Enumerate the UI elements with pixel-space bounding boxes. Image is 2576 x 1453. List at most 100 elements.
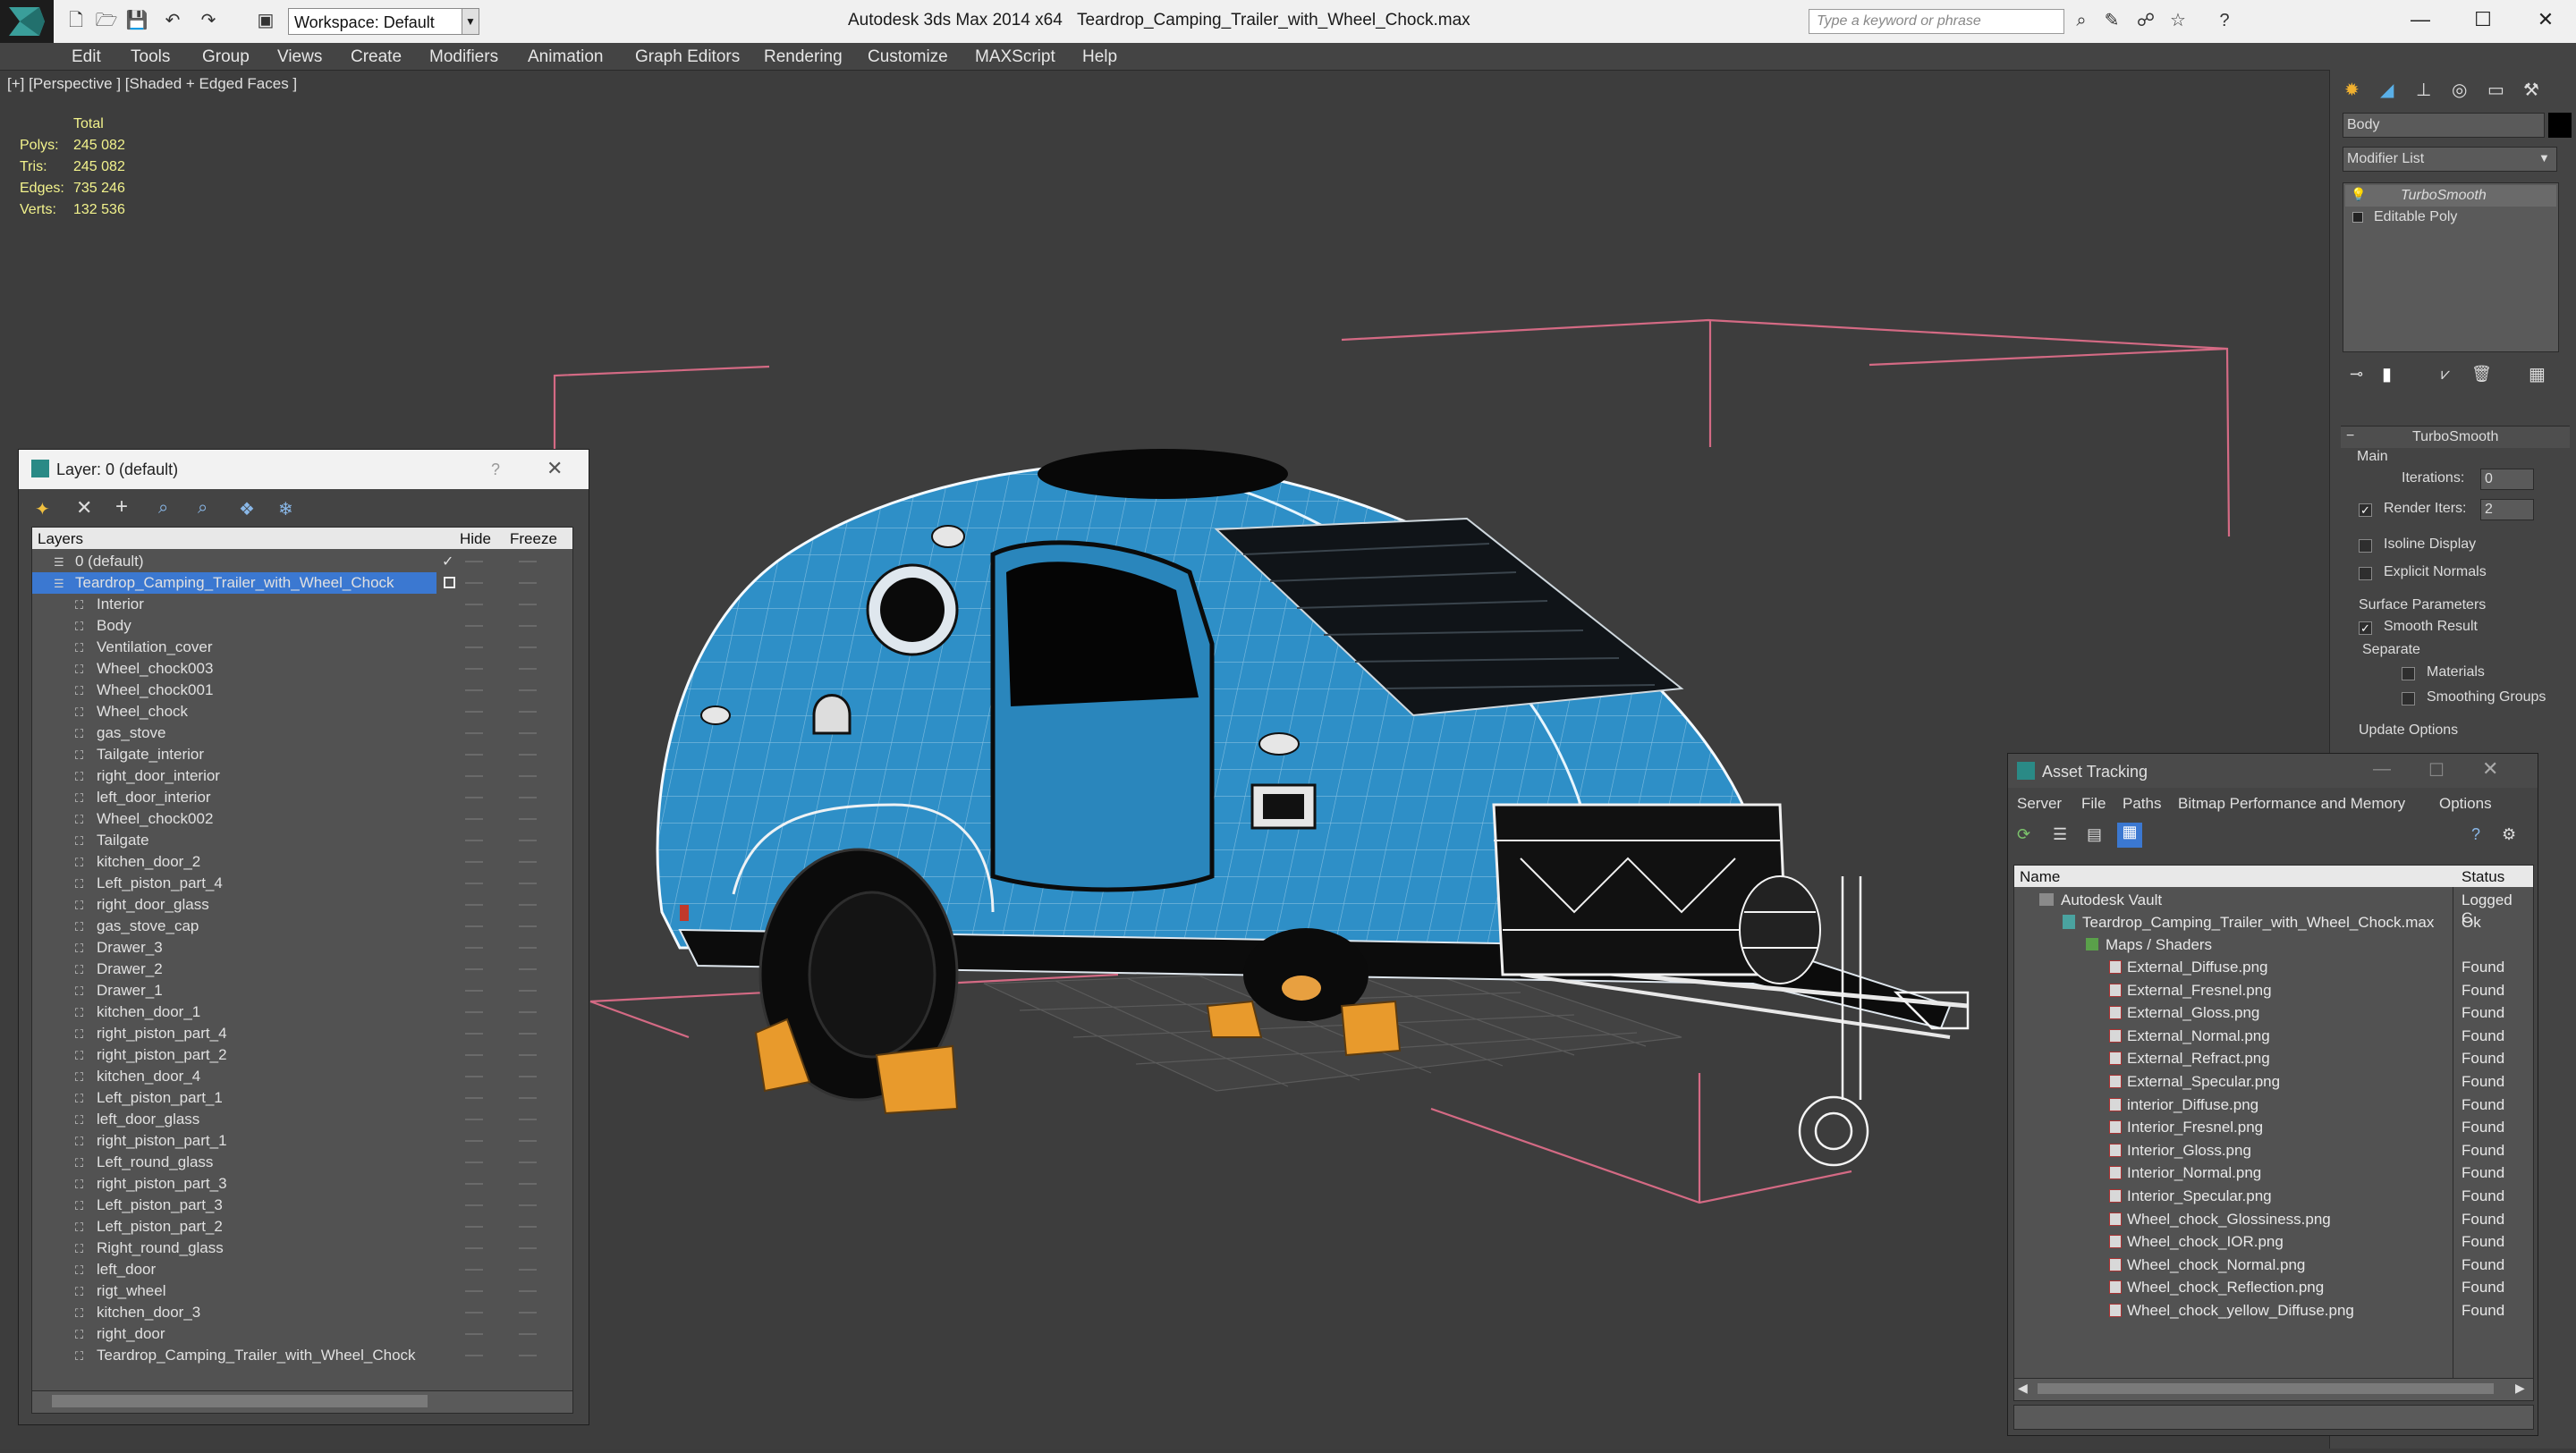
scrollbar-thumb[interactable] — [52, 1395, 428, 1407]
asset-row-map[interactable]: External_Normal.png Found — [2014, 1025, 2522, 1047]
asset-row-map[interactable]: Interior_Specular.png Found — [2014, 1185, 2522, 1207]
freeze-toggle[interactable] — [519, 732, 537, 734]
freeze-toggle[interactable] — [519, 689, 537, 691]
asset-row-map[interactable]: Interior_Fresnel.png Found — [2014, 1116, 2522, 1138]
asset-row-map[interactable]: Wheel_chock_Normal.png Found — [2014, 1254, 2522, 1276]
hide-all-icon[interactable]: ❖ — [239, 498, 255, 520]
freeze-toggle[interactable] — [519, 668, 537, 670]
freeze-toggle[interactable] — [519, 1355, 537, 1356]
undo-icon[interactable]: ↶ — [161, 9, 184, 32]
freeze-toggle[interactable] — [519, 1290, 537, 1292]
hide-toggle[interactable] — [465, 668, 483, 670]
help-icon[interactable]: ? — [491, 460, 500, 479]
freeze-toggle[interactable] — [519, 625, 537, 627]
layer-row[interactable]: ⛶ Right_round_glass — [32, 1238, 549, 1259]
asset-row-map[interactable]: External_Diffuse.png Found — [2014, 956, 2522, 978]
hide-toggle[interactable] — [465, 646, 483, 648]
hide-toggle[interactable] — [465, 990, 483, 992]
hide-toggle[interactable] — [465, 625, 483, 627]
app-logo[interactable] — [0, 0, 54, 43]
asset-row-vault[interactable]: Autodesk Vault Logged C — [2014, 889, 2522, 926]
layer-row[interactable]: ⛶ right_door_glass — [32, 894, 549, 916]
refresh-icon[interactable]: ⟳ — [2017, 825, 2030, 844]
tree-view-icon[interactable]: ▤ — [2087, 825, 2102, 844]
menu-edit[interactable]: Edit — [72, 47, 101, 67]
materials-checkbox[interactable] — [2402, 667, 2415, 680]
freeze-toggle[interactable] — [519, 1226, 537, 1228]
hide-toggle[interactable] — [465, 1011, 483, 1013]
asset-row-maps-group[interactable]: Maps / Shaders — [2014, 933, 2522, 956]
motion-tab-icon[interactable]: ◎ — [2452, 79, 2467, 101]
hide-toggle[interactable] — [465, 1290, 483, 1292]
asset-horizontal-scrollbar[interactable]: ◀ ▶ — [2013, 1378, 2534, 1401]
menu-maxscript[interactable]: MAXScript — [975, 47, 1055, 67]
freeze-toggle[interactable] — [519, 861, 537, 863]
layer-row[interactable]: ⛶ Left_piston_part_4 — [32, 873, 549, 894]
freeze-toggle[interactable] — [519, 1097, 537, 1099]
bulb-icon[interactable]: 💡 — [2351, 187, 2366, 202]
freeze-toggle[interactable] — [519, 1140, 537, 1142]
save-icon[interactable]: 💾 — [125, 9, 148, 32]
create-layer-icon[interactable]: ✦ — [35, 498, 50, 520]
select-objects-icon[interactable]: ⌕ — [158, 498, 168, 519]
layer-row[interactable]: ⛶ rigt_wheel — [32, 1280, 549, 1302]
column-freeze[interactable]: Freeze — [510, 530, 557, 548]
freeze-toggle[interactable] — [519, 1054, 537, 1056]
asset-menu-paths[interactable]: Paths — [2123, 795, 2161, 813]
render-iters-spinner[interactable]: 2 — [2480, 499, 2534, 520]
freeze-toggle[interactable] — [519, 818, 537, 820]
hide-toggle[interactable] — [465, 775, 483, 777]
turbosmooth-rollout-header[interactable]: − TurboSmooth — [2341, 426, 2570, 448]
hide-toggle[interactable] — [465, 1269, 483, 1271]
settings-icon[interactable]: ⚙ — [2502, 825, 2516, 844]
layer-row[interactable]: ⛶ left_door_interior — [32, 787, 549, 808]
show-end-result-icon[interactable]: ▮ — [2382, 363, 2392, 385]
freeze-toggle[interactable] — [519, 925, 537, 927]
layer-row[interactable]: ⛶ Left_piston_part_3 — [32, 1195, 549, 1216]
freeze-toggle[interactable] — [519, 1076, 537, 1077]
stack-item-turbosmooth[interactable]: 💡 TurboSmooth — [2345, 185, 2556, 207]
render-iters-checkbox[interactable]: ✓ — [2359, 503, 2372, 517]
freeze-toggle[interactable] — [519, 904, 537, 906]
freeze-toggle[interactable] — [519, 775, 537, 777]
hide-toggle[interactable] — [465, 1204, 483, 1206]
favorites-icon[interactable]: ☆ — [2166, 9, 2190, 32]
layer-row[interactable]: ⛶ Tailgate_interior — [32, 744, 549, 765]
hide-toggle[interactable] — [465, 883, 483, 884]
asset-row-map[interactable]: Interior_Gloss.png Found — [2014, 1139, 2522, 1162]
freeze-toggle[interactable] — [519, 840, 537, 841]
project-folder-icon[interactable]: ▣ — [254, 9, 277, 32]
layer-row[interactable]: ⛶ Wheel_chock001 — [32, 680, 549, 701]
layer-row[interactable]: ⛶ Drawer_2 — [32, 959, 549, 980]
layer-row[interactable]: ⛶ Teardrop_Camping_Trailer_with_Wheel_Cho… — [32, 1345, 549, 1366]
layer-row[interactable]: ⛶ Body — [32, 615, 549, 637]
freeze-toggle[interactable] — [519, 1011, 537, 1013]
hide-toggle[interactable] — [465, 947, 483, 949]
minimize-icon[interactable]: — — [2394, 4, 2447, 36]
layer-row[interactable]: ⛶ right_piston_part_4 — [32, 1023, 549, 1044]
layer-row[interactable]: ⛶ kitchen_door_2 — [32, 851, 549, 873]
layer-row[interactable]: ⛶ left_door — [32, 1259, 549, 1280]
hide-toggle[interactable] — [465, 1097, 483, 1099]
expand-icon[interactable] — [2352, 212, 2363, 223]
new-file-icon[interactable]: 🗋 — [64, 9, 88, 32]
asset-row-map[interactable]: External_Specular.png Found — [2014, 1070, 2522, 1093]
column-layers[interactable]: Layers — [38, 530, 83, 548]
hide-toggle[interactable] — [465, 818, 483, 820]
asset-row-map[interactable]: Wheel_chock_IOR.png Found — [2014, 1230, 2522, 1253]
maximize-icon[interactable]: ☐ — [2456, 4, 2510, 36]
configure-modifier-sets-icon[interactable]: ▦ — [2529, 363, 2546, 385]
hide-toggle[interactable] — [465, 1333, 483, 1335]
layer-row[interactable]: ⛶ Wheel_chock — [32, 701, 549, 722]
menu-help[interactable]: Help — [1082, 47, 1117, 67]
layer-row[interactable]: ☰ 0 (default) ✓ — [32, 551, 549, 572]
chevron-down-icon[interactable]: ▼ — [462, 8, 479, 35]
asset-row-map[interactable]: External_Fresnel.png Found — [2014, 979, 2522, 1001]
freeze-toggle[interactable] — [519, 646, 537, 648]
highlight-layer-icon[interactable]: ⌕ — [198, 498, 208, 519]
column-status[interactable]: Status — [2462, 868, 2504, 886]
freeze-toggle[interactable] — [519, 711, 537, 713]
menu-modifiers[interactable]: Modifiers — [429, 47, 498, 67]
hide-toggle[interactable] — [465, 861, 483, 863]
viewport-label[interactable]: [+] [Perspective ] [Shaded + Edged Faces… — [7, 75, 297, 93]
